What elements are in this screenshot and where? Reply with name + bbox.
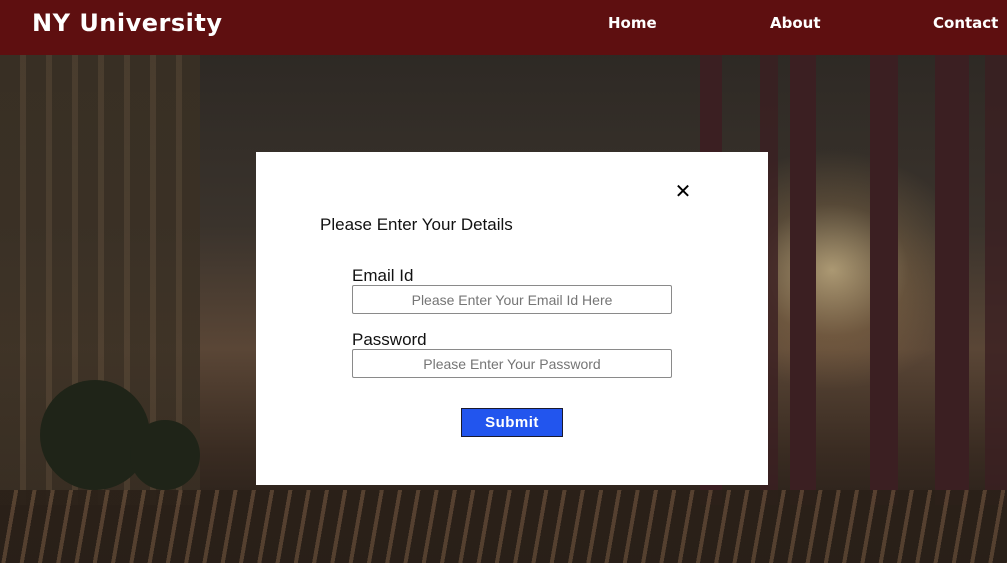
background-pillar [985, 55, 1007, 505]
password-label: Password [352, 330, 427, 349]
background-tree [40, 380, 150, 490]
email-field[interactable] [352, 285, 672, 314]
modal-title: Please Enter Your Details [320, 215, 513, 234]
background-pillar [870, 55, 898, 505]
brand-logo[interactable]: NY University [32, 9, 223, 37]
background-floor [0, 490, 1007, 563]
background-pillar [935, 55, 969, 505]
background-pillar [790, 55, 816, 505]
background-tree [130, 420, 200, 490]
nav-about-link[interactable]: About [770, 14, 821, 32]
close-icon[interactable]: ✕ [674, 180, 692, 202]
nav-home-link[interactable]: Home [608, 14, 657, 32]
top-navbar: NY University Home About Contact [0, 0, 1007, 55]
login-modal: ✕ Please Enter Your Details Email Id Pas… [256, 152, 768, 485]
submit-button[interactable]: Submit [461, 408, 563, 437]
nav-contact-link[interactable]: Contact [933, 14, 998, 32]
email-label: Email Id [352, 266, 414, 285]
password-field[interactable] [352, 349, 672, 378]
